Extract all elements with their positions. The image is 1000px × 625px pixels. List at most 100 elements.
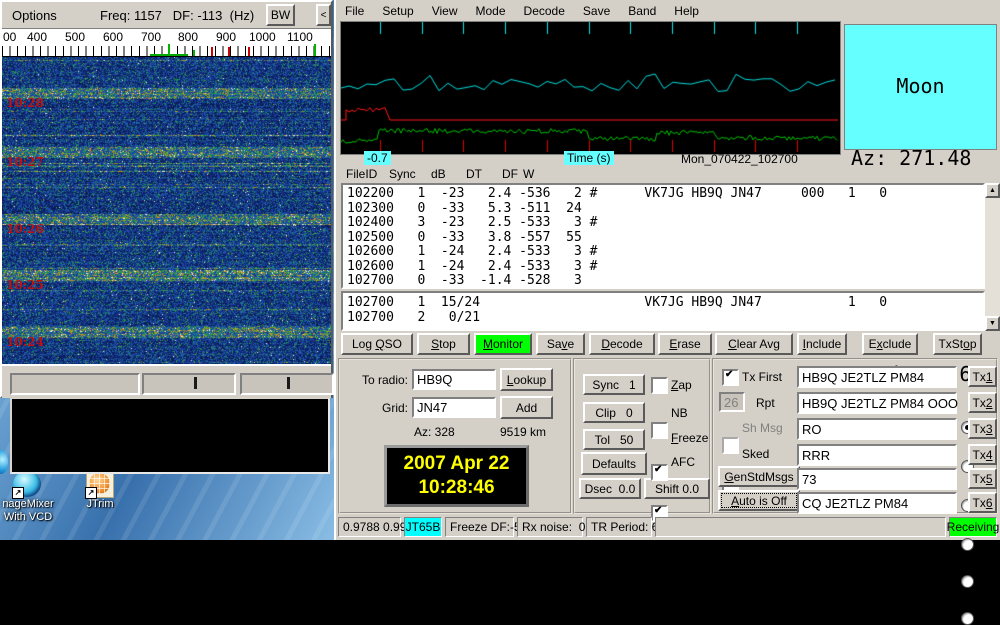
slider-well[interactable] [10,373,140,395]
tx3-button[interactable]: Tx3 [968,418,997,439]
main-button-row: Log QSO Stop Monitor Save Decode Erase C… [336,333,998,356]
status-tr-period: TR Period: 60 s [586,517,652,537]
zap-label: Zap [671,378,692,392]
decode-line[interactable]: 102600 1 -24 2.4 -533 3 # [347,260,983,275]
waterfall-display[interactable]: 10:28 10:27 10:26 10:25 10:24 [2,56,331,365]
tx-message-4[interactable]: RRR [797,444,957,466]
scale-label: 600 [103,30,123,44]
dsec-control[interactable]: Dsec 0.0 [579,478,641,499]
col-w: W [523,167,534,181]
nb-label: NB [671,406,688,420]
clip-control[interactable]: Clip 0 [583,402,645,423]
avg-decode-line[interactable]: 102700 1 15/24 VK7JG HB9Q JN47 1 0 [347,295,983,310]
scale-label: 900 [216,30,236,44]
rpt-input[interactable]: 26 [719,392,745,412]
erase-button[interactable]: Erase [658,333,712,355]
tx-message-5[interactable]: 73 [797,468,957,490]
tx-message-1[interactable]: HB9Q JE2TLZ PM84 [797,366,957,388]
clear-avg-button[interactable]: Clear Avg [715,333,793,355]
decode-line[interactable]: 102600 1 -24 2.4 -533 3 # [347,245,983,260]
shortcut-arrow-icon: ↗ [12,487,24,499]
gen-std-msgs-button[interactable]: GenStdMsgs [718,466,800,487]
log-qso-button[interactable]: Log QSO [341,333,413,355]
include-button[interactable]: Include [797,333,847,355]
gain-slider[interactable] [142,373,236,395]
stop-button[interactable]: Stop [417,333,470,355]
menu-band[interactable]: Band [619,1,665,21]
decode-line[interactable]: 102300 0 -33 5.3 -511 24 [347,202,983,217]
status-mode-badge: JT65B [404,517,442,537]
bw-button[interactable]: BW [266,4,295,26]
tx-message-3[interactable]: RO [797,418,957,440]
col-sync: Sync [389,167,416,181]
jtrim-label: JTrim [55,498,145,511]
scale-label: 00 [3,30,16,44]
lookup-button[interactable]: Lookup [500,368,553,391]
options-menu[interactable]: Options [12,8,57,23]
average-text-area[interactable]: 102700 1 15/24 VK7JG HB9Q JN47 1 0 10270… [341,291,985,331]
auto-button[interactable]: Auto is Off [718,490,800,511]
scrollbar-left-arrow[interactable]: < [316,4,331,26]
decode-line[interactable]: 102500 0 -33 3.8 -557 55 [347,231,983,246]
col-dt: DT [466,167,482,181]
slider-handle[interactable] [287,377,290,389]
tx2-button[interactable]: Tx2 [968,392,997,413]
grid-input[interactable]: JN47 [412,397,496,418]
tx5-button[interactable]: Tx5 [968,468,997,489]
scale-label: 400 [27,30,47,44]
sync-control[interactable]: Sync 1 [583,374,645,395]
jtrim-icon: ↗ [86,471,114,498]
tx-first-checkbox[interactable] [722,369,739,386]
decode-line[interactable]: 102400 3 -23 2.5 -533 3 # [347,216,983,231]
scroll-up-arrow[interactable]: ▲ [985,183,1000,198]
to-radio-label: To radio: [348,373,408,387]
waterfall-timestamp: 10:26 [6,222,44,236]
menu-file[interactable]: File [336,1,373,21]
tx6-radio[interactable] [961,612,974,625]
recording-filename: Mon_070422_102700 [681,152,798,166]
tx5-radio[interactable] [961,575,974,588]
screen: ↗ nageMixerWith VCD ↗ JTrim Options Freq… [0,0,1000,540]
desktop-icon-jtrim[interactable]: ↗ JTrim [55,471,145,511]
menu-save[interactable]: Save [574,1,619,21]
scroll-down-arrow[interactable]: ▼ [985,316,1000,331]
menu-decode[interactable]: Decode [515,1,574,21]
defaults-button[interactable]: Defaults [581,452,647,475]
status-sync-quality: 0.9788 0.9901 [338,517,401,537]
decode-text-area[interactable]: 102200 1 -23 2.4 -536 2 # VK7JG HB9Q JN4… [341,183,985,289]
tx-message-6[interactable]: CQ JE2TLZ PM84 [797,492,957,514]
monitor-button[interactable]: Monitor [474,333,532,355]
to-radio-input[interactable]: HB9Q [412,369,496,390]
zero-slider[interactable] [240,373,334,395]
decode-scrollbar[interactable]: ▲ ▼ [985,183,1000,331]
zap-checkbox[interactable] [651,377,668,394]
menu-mode[interactable]: Mode [467,1,515,21]
sh-msg-checkbox[interactable] [722,437,739,454]
tx-message-2[interactable]: HB9Q JE2TLZ PM84 OOO [797,392,957,414]
txstop-button[interactable]: TxStop [933,333,982,355]
menu-view[interactable]: View [423,1,467,21]
menu-help[interactable]: Help [665,1,708,21]
menu-bar: File Setup View Mode Decode Save Band He… [336,0,998,21]
decode-button[interactable]: Decode [589,333,655,355]
tx1-button[interactable]: Tx1 [968,366,997,387]
waterfall-canvas[interactable] [2,57,331,365]
freeze-checkbox[interactable] [651,464,668,481]
tx6-button[interactable]: Tx6 [968,492,997,513]
slider-handle[interactable] [194,377,197,389]
exclude-button[interactable]: Exclude [862,333,918,355]
shift-control[interactable]: Shift 0.0 [644,478,710,499]
decode-line[interactable]: 102200 1 -23 2.4 -536 2 # VK7JG HB9Q JN4… [347,187,983,202]
add-button[interactable]: Add [500,396,553,419]
decode-line[interactable]: 102700 0 -33 -1.4 -528 3 [347,274,983,289]
avg-decode-line[interactable]: 102700 2 0/21 [347,310,983,325]
tx-messages-group: Tx First 26 Rpt Sh Msg Sked GenStdMsgs A… [712,358,998,514]
graph-label-row: -0.7 Time (s) Mon_070422_102700 [336,151,998,167]
menu-setup[interactable]: Setup [373,1,422,21]
tol-control[interactable]: Tol 50 [583,429,645,450]
col-df: DF [502,167,518,181]
grid-label: Grid: [348,401,408,415]
nb-checkbox[interactable] [651,422,668,439]
save-button[interactable]: Save [536,333,585,355]
tx4-button[interactable]: Tx4 [968,444,997,465]
